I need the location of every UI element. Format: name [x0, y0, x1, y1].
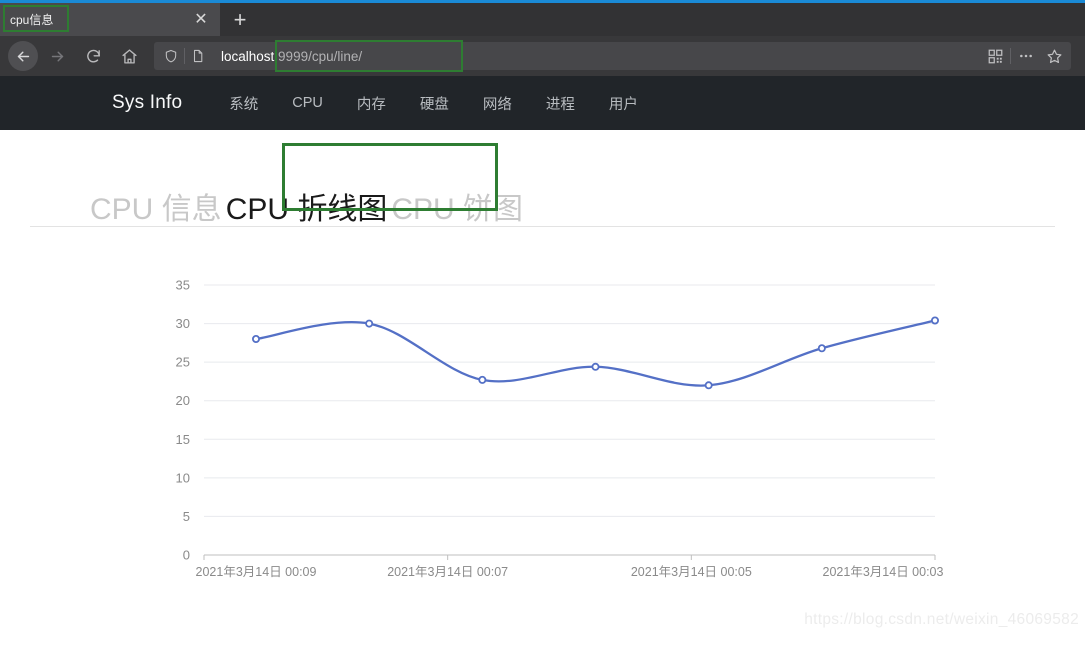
new-tab-button[interactable]: +: [220, 3, 260, 36]
page-icon[interactable]: [185, 49, 211, 63]
y-axis-tick-label: 20: [176, 393, 190, 408]
x-axis-tick-label: 2021年3月14日 00:05: [631, 565, 752, 579]
back-arrow-icon[interactable]: [8, 41, 38, 71]
url-path: :9999/cpu/line/: [274, 48, 363, 64]
page-tab-cpu-pie-chart[interactable]: CPU 饼图: [389, 193, 525, 226]
x-axis-tick-label: 2021年3月14日 00:07: [387, 565, 508, 579]
nav-item-system[interactable]: 系统: [212, 93, 275, 114]
chart-data-point[interactable]: [478, 375, 487, 384]
url-host: localhost: [221, 48, 275, 64]
ellipsis-icon[interactable]: [1013, 48, 1039, 64]
browser-tab-label: cpu信息: [10, 13, 54, 27]
chart-data-point[interactable]: [817, 344, 826, 353]
y-axis-tick-label: 5: [183, 509, 190, 524]
watermark-text: https://blog.csdn.net/weixin_46069582: [804, 611, 1079, 628]
browser-tab-cpu-info[interactable]: cpu信息 ✕: [0, 3, 220, 36]
browser-window: cpu信息 ✕ + localhost:9999/cpu/line/ Sys …: [0, 0, 1085, 668]
nav-item-memory[interactable]: 内存: [340, 93, 403, 114]
url-bar-actions: [982, 48, 1067, 65]
chart-data-point[interactable]: [704, 381, 713, 390]
chart-data-point[interactable]: [251, 335, 260, 344]
y-axis-tick-label: 15: [176, 432, 190, 447]
url-text[interactable]: localhost:9999/cpu/line/: [211, 40, 982, 72]
nav-item-network[interactable]: 网络: [466, 93, 529, 114]
page-tab-cpu-info[interactable]: CPU 信息: [88, 193, 224, 226]
chart-data-point[interactable]: [591, 362, 600, 371]
star-icon[interactable]: [1041, 48, 1067, 65]
nav-item-disk[interactable]: 硬盘: [403, 93, 466, 114]
x-axis-tick-label: 2021年3月14日 00:09: [196, 565, 317, 579]
chart-data-point[interactable]: [931, 316, 940, 325]
browser-titlebar: cpu信息 ✕ +: [0, 0, 1085, 36]
y-axis-tick-label: 0: [183, 548, 190, 563]
chart-canvas[interactable]: 0 5 10 15 20 25 30 35 2021年3月14日 00:09 2021年3月14日…: [0, 227, 1085, 627]
home-house-icon[interactable]: [112, 41, 146, 71]
url-bar[interactable]: localhost:9999/cpu/line/: [154, 40, 1071, 72]
browser-navbar: localhost:9999/cpu/line/: [0, 36, 1085, 76]
close-icon[interactable]: ✕: [192, 11, 210, 28]
site-navbar: Sys Info 系统 CPU 内存 硬盘 网络 进程 用户: [0, 76, 1085, 130]
qr-code-icon[interactable]: [982, 49, 1008, 64]
y-axis-tick-label: 10: [176, 470, 190, 485]
reload-arrow-icon[interactable]: [76, 41, 110, 71]
forward-arrow-icon[interactable]: [40, 41, 74, 71]
tab-strip: cpu信息 ✕ +: [0, 0, 1085, 36]
page-tabs: CPU 信息 CPU 折线图 CPU 饼图: [0, 130, 1085, 226]
y-axis-tick-label: 25: [176, 355, 190, 370]
y-axis-tick-label: 35: [176, 278, 190, 293]
page-viewport: Sys Info 系统 CPU 内存 硬盘 网络 进程 用户 CPU 信息 CP…: [0, 76, 1085, 668]
shield-icon[interactable]: [158, 49, 184, 63]
chart-line-series: [254, 319, 937, 387]
y-axis-tick-label: 30: [176, 316, 190, 331]
cpu-line-chart: 0 5 10 15 20 25 30 35 2021年3月14日 00:09 2021年3月14日…: [0, 227, 1085, 629]
nav-item-process[interactable]: 进程: [529, 93, 592, 114]
brand-sys-info[interactable]: Sys Info: [112, 92, 182, 114]
x-axis-tick-label: 2021年3月14日 00:03: [823, 565, 944, 579]
url-actions-divider: [1010, 48, 1011, 64]
nav-item-user[interactable]: 用户: [592, 93, 655, 114]
chart-data-point[interactable]: [365, 319, 374, 328]
page-tab-cpu-line-chart[interactable]: CPU 折线图: [224, 193, 390, 226]
nav-item-cpu[interactable]: CPU: [275, 95, 340, 111]
